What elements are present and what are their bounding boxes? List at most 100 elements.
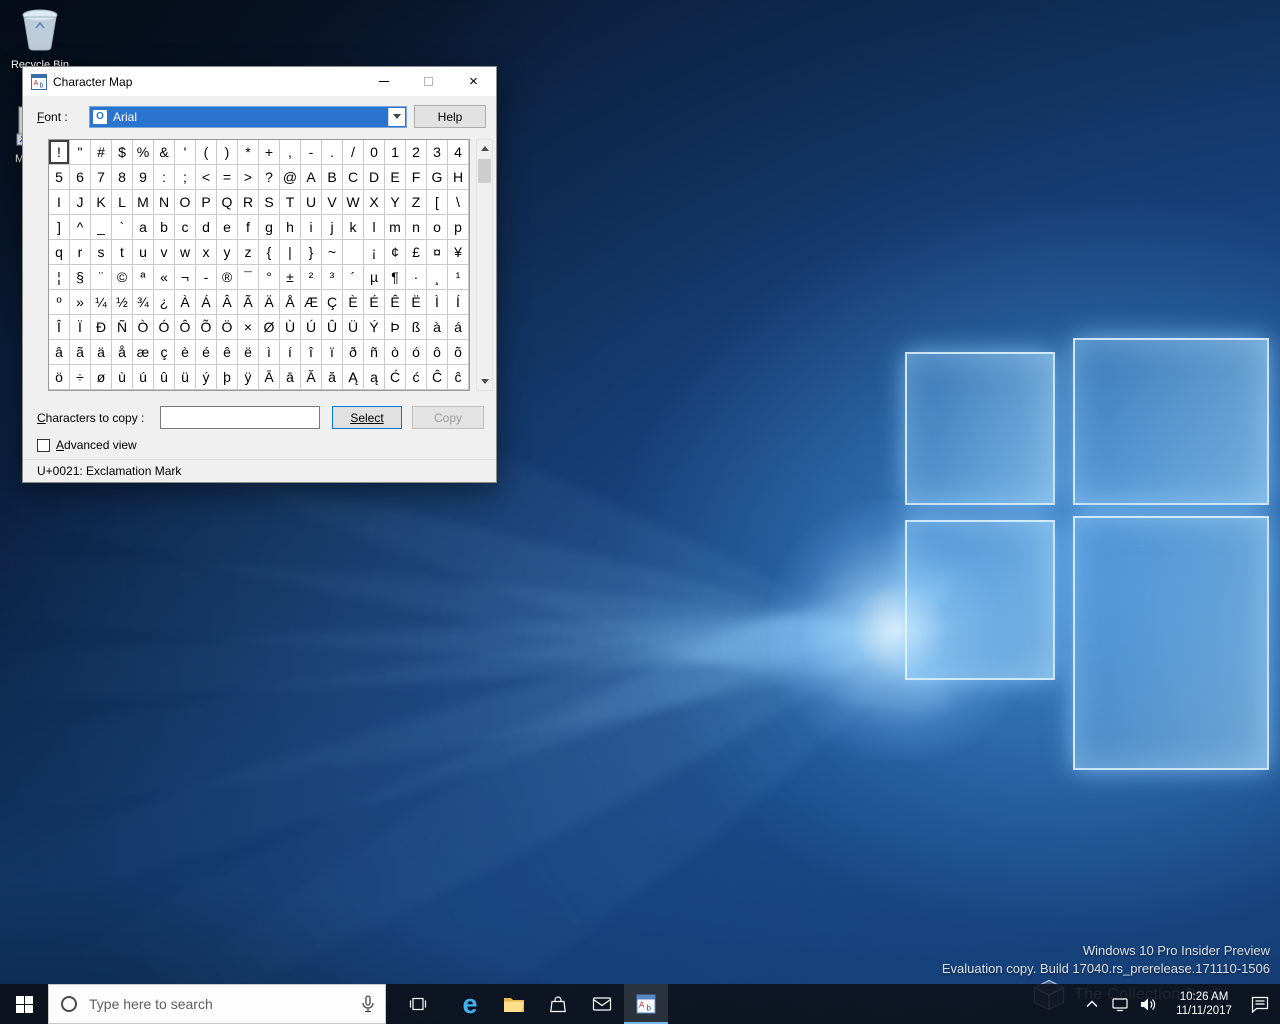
char-cell[interactable]: í xyxy=(280,340,301,365)
char-cell[interactable]: n xyxy=(406,215,427,240)
char-cell[interactable]: ê xyxy=(217,340,238,365)
char-cell[interactable]: [ xyxy=(427,190,448,215)
char-cell[interactable]: * xyxy=(238,140,259,165)
char-cell[interactable]: L xyxy=(112,190,133,215)
char-cell[interactable]: ? xyxy=(259,165,280,190)
taskbar-search-box[interactable] xyxy=(48,984,386,1024)
char-cell[interactable]: Ê xyxy=(385,290,406,315)
char-cell[interactable]: ( xyxy=(196,140,217,165)
char-cell[interactable]: á xyxy=(448,315,469,340)
char-cell[interactable]: ² xyxy=(301,265,322,290)
char-cell[interactable]: ª xyxy=(133,265,154,290)
char-cell[interactable]: ù xyxy=(112,365,133,390)
char-cell[interactable]: - xyxy=(301,140,322,165)
char-cell[interactable]: ` xyxy=(112,215,133,240)
char-cell[interactable]: b xyxy=(154,215,175,240)
char-cell[interactable]: w xyxy=(175,240,196,265)
char-cell[interactable]: ' xyxy=(175,140,196,165)
char-cell[interactable]: f xyxy=(238,215,259,240)
char-cell[interactable]: 0 xyxy=(364,140,385,165)
char-cell[interactable]: S xyxy=(259,190,280,215)
char-cell[interactable]: ç xyxy=(154,340,175,365)
cortana-icon[interactable] xyxy=(61,996,77,1012)
char-cell[interactable]: ´ xyxy=(343,265,364,290)
char-cell[interactable]: U xyxy=(301,190,322,215)
char-cell[interactable]: s xyxy=(91,240,112,265)
char-cell[interactable]: ì xyxy=(259,340,280,365)
char-cell[interactable]: Ð xyxy=(91,315,112,340)
char-cell[interactable]: ÿ xyxy=(238,365,259,390)
char-cell[interactable]: 6 xyxy=(70,165,91,190)
char-cell[interactable]: ¿ xyxy=(154,290,175,315)
minimize-button[interactable] xyxy=(361,67,406,96)
char-cell[interactable]: B xyxy=(322,165,343,190)
char-cell[interactable]: Y xyxy=(385,190,406,215)
char-cell[interactable]: ü xyxy=(175,365,196,390)
char-cell[interactable]: î xyxy=(301,340,322,365)
char-cell[interactable]: { xyxy=(259,240,280,265)
char-cell[interactable]: 4 xyxy=(448,140,469,165)
copy-button[interactable]: Copy xyxy=(412,406,484,429)
char-cell[interactable]: ú xyxy=(133,365,154,390)
help-button[interactable]: Help xyxy=(414,105,486,128)
grid-scrollbar[interactable] xyxy=(476,139,493,391)
store-button[interactable] xyxy=(536,984,580,1024)
char-cell[interactable]: V xyxy=(322,190,343,215)
char-cell[interactable]: Ã xyxy=(238,290,259,315)
char-cell[interactable]: « xyxy=(154,265,175,290)
char-cell[interactable]: ¤ xyxy=(427,240,448,265)
char-cell[interactable]: û xyxy=(154,365,175,390)
char-cell[interactable]: Â xyxy=(217,290,238,315)
char-cell[interactable]: W xyxy=(343,190,364,215)
char-cell[interactable]: 1 xyxy=(385,140,406,165)
char-cell[interactable]: ] xyxy=(49,215,70,240)
char-cell[interactable]: F xyxy=(406,165,427,190)
char-cell[interactable]: ß xyxy=(406,315,427,340)
char-cell[interactable]: x xyxy=(196,240,217,265)
char-cell[interactable]: À xyxy=(175,290,196,315)
char-cell[interactable]: ï xyxy=(322,340,343,365)
char-cell[interactable]: ð xyxy=(343,340,364,365)
char-cell[interactable]: à xyxy=(427,315,448,340)
char-cell[interactable]: × xyxy=(238,315,259,340)
char-cell[interactable]: Ô xyxy=(175,315,196,340)
char-cell[interactable]: þ xyxy=(217,365,238,390)
char-cell[interactable]: ; xyxy=(175,165,196,190)
char-cell[interactable]: ¯ xyxy=(238,265,259,290)
char-cell[interactable]: ³ xyxy=(322,265,343,290)
char-cell[interactable]: Í xyxy=(448,290,469,315)
char-cell[interactable]: é xyxy=(196,340,217,365)
char-cell[interactable]: å xyxy=(112,340,133,365)
char-cell[interactable]: I xyxy=(49,190,70,215)
char-cell[interactable]: v xyxy=(154,240,175,265)
char-cell[interactable]: g xyxy=(259,215,280,240)
char-cell[interactable]: Ć xyxy=(385,365,406,390)
char-cell[interactable]: ë xyxy=(238,340,259,365)
char-cell[interactable]: º xyxy=(49,290,70,315)
char-cell[interactable]: | xyxy=(280,240,301,265)
char-cell[interactable]: , xyxy=(280,140,301,165)
char-cell[interactable]: ó xyxy=(406,340,427,365)
search-input[interactable] xyxy=(87,995,351,1013)
char-cell[interactable]: G xyxy=(427,165,448,190)
char-cell[interactable]: ¢ xyxy=(385,240,406,265)
char-cell[interactable]: õ xyxy=(448,340,469,365)
char-cell[interactable]: X xyxy=(364,190,385,215)
char-cell[interactable]: ¹ xyxy=(448,265,469,290)
char-cell[interactable]: l xyxy=(364,215,385,240)
char-cell[interactable]: M xyxy=(133,190,154,215)
scroll-down-icon[interactable] xyxy=(477,373,492,390)
character-map-taskbar-button[interactable]: A b xyxy=(624,984,668,1024)
action-center-button[interactable] xyxy=(1248,984,1272,1024)
select-button[interactable]: Select xyxy=(332,406,402,429)
char-cell[interactable]: Æ xyxy=(301,290,322,315)
char-cell[interactable]: Ç xyxy=(322,290,343,315)
char-cell[interactable]: Å xyxy=(280,290,301,315)
task-view-button[interactable] xyxy=(396,984,440,1024)
char-cell[interactable]: µ xyxy=(364,265,385,290)
char-cell[interactable]: Ø xyxy=(259,315,280,340)
characters-to-copy-input[interactable] xyxy=(160,406,320,429)
char-cell[interactable]: ø xyxy=(91,365,112,390)
char-cell[interactable]: ô xyxy=(427,340,448,365)
char-cell[interactable]: P xyxy=(196,190,217,215)
